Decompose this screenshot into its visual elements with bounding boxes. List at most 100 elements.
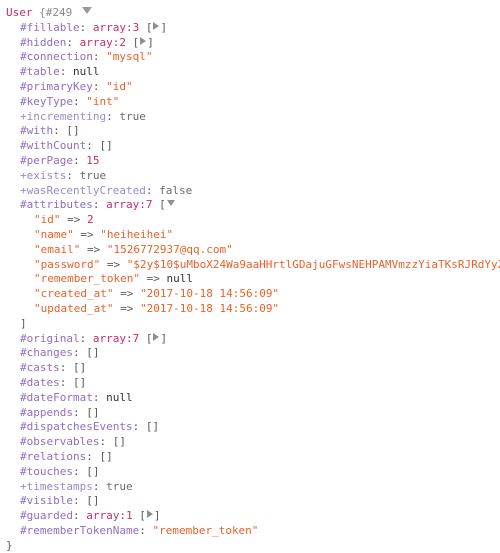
property-line: #rememberTokenName: "remember_token"	[6, 524, 500, 539]
attribute-entry-line: "updated_at" => "2017-10-18 14:56:09"	[6, 302, 500, 317]
attribute-value: "$2y$10$uMboX24Wa9aaHHrtlGDajuGFwsNEHPAM…	[126, 257, 500, 271]
property-name: #touches	[20, 464, 73, 478]
colon: :	[92, 198, 100, 212]
colon: :	[86, 139, 93, 153]
colon: :	[86, 449, 93, 463]
attribute-entry-line: "remember_token" => null	[6, 272, 500, 287]
null-value: null	[73, 65, 100, 79]
property-line: #primaryKey: "id"	[6, 80, 500, 95]
bool-value: true	[106, 479, 133, 493]
property-line: #keyType: "int"	[6, 95, 500, 110]
triangle-right-icon[interactable]	[153, 332, 160, 341]
triangle-down-icon[interactable]	[166, 200, 175, 207]
colon: :	[99, 435, 107, 449]
property-line: +exists: true	[6, 169, 500, 184]
property-name: #with	[20, 124, 54, 138]
attribute-key: "name"	[34, 227, 74, 241]
property-name: +exists	[20, 168, 67, 182]
object-header-line: User {#249	[6, 6, 500, 21]
bracket-close: ]	[160, 20, 168, 34]
arrow: =>	[67, 213, 81, 227]
property-name: #attributes	[20, 198, 93, 212]
empty-array-value: []	[86, 464, 100, 478]
null-value: null	[106, 390, 133, 404]
property-name: #hidden	[20, 35, 67, 49]
property-line: #perPage: 15	[6, 154, 500, 169]
colon: :	[132, 420, 140, 434]
property-line: #table: null	[6, 65, 500, 80]
bool-value: true	[119, 109, 146, 123]
property-line: #visible: []	[6, 494, 500, 509]
attribute-key: "updated_at"	[34, 301, 114, 315]
property-name: #visible	[20, 494, 73, 508]
array-count: array:7	[92, 331, 140, 345]
property-line: #casts: []	[6, 361, 500, 376]
bracket-open: [	[145, 331, 153, 345]
empty-array-value: []	[66, 124, 80, 138]
attribute-entry-line: "id" => 2	[6, 213, 500, 228]
arrow: =>	[120, 301, 134, 315]
colon: :	[92, 50, 100, 64]
property-name: #appends	[20, 405, 73, 419]
colon: :	[139, 523, 146, 537]
bracket-open: [	[132, 35, 140, 49]
triangle-right-icon[interactable]	[140, 36, 147, 45]
vardumper-output: User {#249 #fillable: array:3 [] #hidden:…	[0, 0, 500, 553]
empty-array-value: []	[112, 435, 126, 449]
colon: :	[59, 65, 67, 79]
colon: :	[72, 346, 80, 360]
colon: :	[59, 375, 67, 389]
bracket-open: [	[145, 20, 153, 34]
bracket-close: ]	[160, 331, 168, 345]
empty-array-value: []	[73, 361, 87, 375]
colon: :	[79, 331, 87, 345]
empty-array-value: []	[86, 494, 100, 508]
colon: :	[66, 168, 73, 182]
colon: :	[72, 153, 80, 167]
attribute-key: "password"	[34, 257, 101, 271]
colon: :	[72, 494, 80, 508]
bracket-close: ]	[20, 316, 27, 330]
attribute-key: "id"	[34, 213, 61, 227]
attribute-key: "email"	[34, 242, 81, 256]
empty-array-value: []	[86, 405, 100, 419]
attribute-value: "heiheihei"	[100, 227, 174, 241]
bracket-open: [	[159, 198, 166, 212]
triangle-right-icon[interactable]	[146, 510, 153, 519]
property-name: #casts	[20, 361, 60, 375]
attribute-entry-line: "password" => "$2y$10$uMboX24Wa9aaHHrtlG…	[6, 258, 500, 273]
property-name: +wasRecentlyCreated	[20, 183, 146, 197]
colon: :	[72, 509, 80, 523]
triangle-down-icon[interactable]	[81, 7, 92, 14]
property-line: #dateFormat: null	[6, 391, 500, 406]
bracket-close: ]	[147, 35, 154, 49]
triangle-right-icon[interactable]	[153, 21, 160, 30]
property-line: #with: []	[6, 124, 500, 139]
attribute-value: null	[166, 272, 193, 286]
attributes-close-line: ]	[6, 317, 500, 332]
attribute-entry-line: "created_at" => "2017-10-18 14:56:09"	[6, 287, 500, 302]
property-line: #appends: []	[6, 406, 500, 421]
property-name: #dates	[20, 375, 60, 389]
property-name: #fillable	[20, 20, 80, 34]
property-line: #original: array:7 []	[6, 332, 500, 347]
property-name: #primaryKey	[20, 79, 93, 93]
property-line: #changes: []	[6, 346, 500, 361]
colon: :	[92, 79, 100, 93]
arrow: =>	[86, 242, 101, 256]
property-line: #hidden: array:2 []	[6, 36, 500, 51]
empty-array-value: []	[99, 139, 113, 153]
string-value: "int"	[86, 94, 120, 108]
property-name: #dispatchesEvents	[20, 420, 133, 434]
colon: :	[59, 361, 67, 375]
property-name: #rememberTokenName	[20, 523, 140, 537]
array-count: array:2	[79, 35, 126, 49]
property-line: +timestamps: true	[6, 480, 500, 495]
bracket-open: [	[139, 509, 146, 523]
property-name: +timestamps	[20, 479, 93, 493]
colon: :	[92, 390, 100, 404]
attribute-key: "created_at"	[34, 287, 114, 301]
arrow: =>	[106, 257, 121, 271]
arrow: =>	[146, 272, 160, 286]
property-line: #connection: "mysql"	[6, 50, 500, 65]
